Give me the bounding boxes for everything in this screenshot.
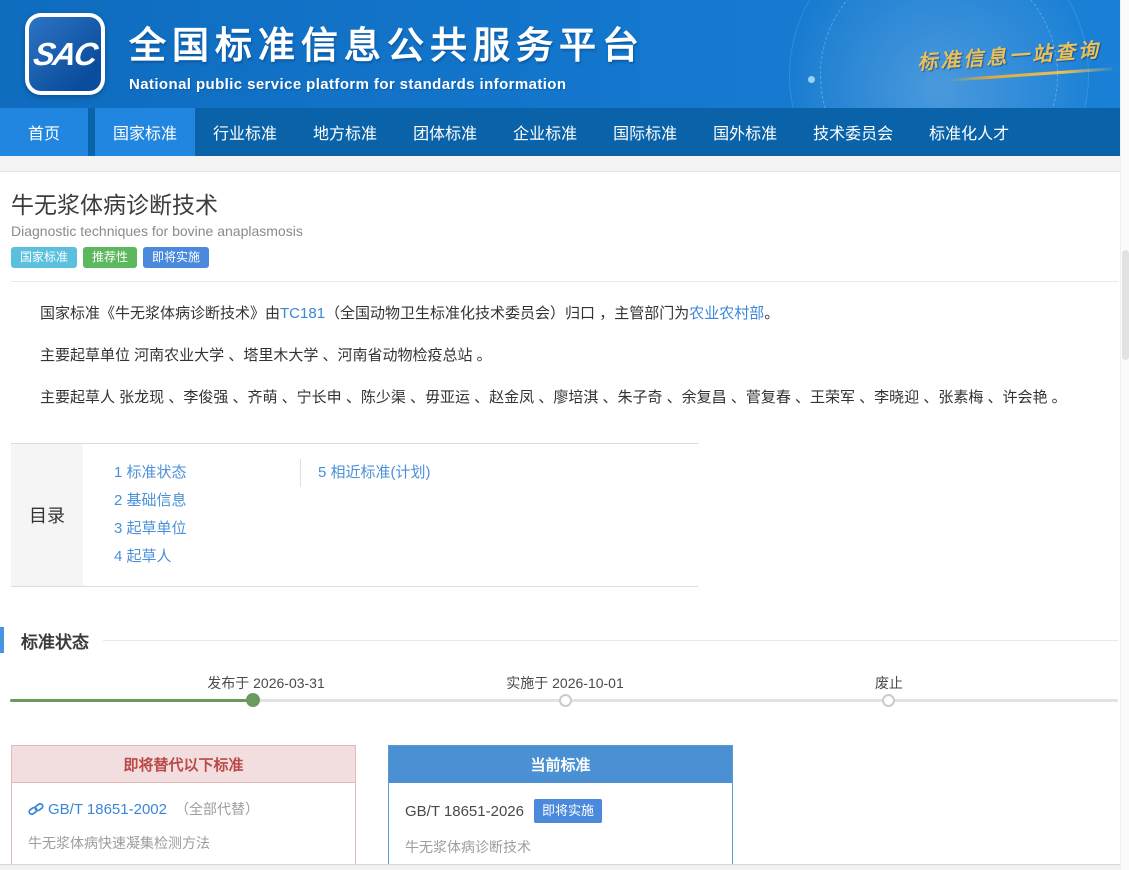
section-accent-bar bbox=[0, 627, 4, 653]
tc181-link[interactable]: TC181 bbox=[280, 305, 325, 322]
toc-item-similar-standards[interactable]: 5 相近标准(计划) bbox=[300, 459, 431, 487]
vertical-scrollbar bbox=[1120, 0, 1129, 870]
nav-item-standardization-talent[interactable]: 标准化人才 bbox=[911, 108, 1027, 156]
paragraph-drafters: 主要起草人 张龙现 、李俊强 、齐萌 、宁长申 、陈少渠 、毋亚运 、赵金凤 、… bbox=[40, 389, 1089, 408]
page-title-en: Diagnostic techniques for bovine anaplas… bbox=[11, 223, 1118, 239]
nav-item-home[interactable]: 首页 bbox=[0, 108, 88, 156]
toc-item-standard-status[interactable]: 1 标准状态 bbox=[114, 459, 300, 487]
nav-item-local-standards[interactable]: 地方标准 bbox=[295, 108, 395, 156]
status-timeline: 发布于 2026-03-31 实施于 2026-10-01 废止 bbox=[0, 667, 1129, 719]
ministry-link[interactable]: 农业农村部 bbox=[689, 305, 764, 322]
status-section-title: 标准状态 bbox=[21, 628, 89, 653]
paragraph-drafting-units: 主要起草单位 河南农业大学 、塔里木大学 、河南省动物检疫总站 。 bbox=[40, 347, 1089, 366]
sac-logo-inner: SAC bbox=[29, 17, 101, 91]
footer-strip bbox=[0, 864, 1129, 870]
timeline-label-published: 发布于 2026-03-31 bbox=[207, 673, 325, 693]
toc-column-2: 5 相近标准(计划) bbox=[300, 459, 431, 571]
upcoming-implementation-badge: 即将实施 bbox=[534, 799, 602, 823]
sac-logo-text: SAC bbox=[31, 36, 99, 73]
current-card-body: GB/T 18651-2026 即将实施 牛无浆体病诊断技术 bbox=[389, 783, 732, 870]
toc-item-basic-info[interactable]: 2 基础信息 bbox=[114, 487, 300, 515]
standard-cards: 即将替代以下标准 GB/T 18651-2002 （全部代替） 牛无浆体病快速凝… bbox=[0, 745, 1129, 870]
status-section-header: 标准状态 bbox=[0, 627, 1129, 653]
p1-text-1: 国家标准《牛无浆体病诊断技术》由 bbox=[40, 305, 280, 322]
site-title-cn: 全国标准信息公共服务平台 bbox=[129, 15, 645, 69]
site-header: SAC 全国标准信息公共服务平台 National public service… bbox=[0, 0, 1129, 108]
title-divider bbox=[11, 281, 1118, 282]
nav-item-enterprise-standards[interactable]: 企业标准 bbox=[495, 108, 595, 156]
p1-text-3: 。 bbox=[764, 305, 779, 322]
header-gray-strip bbox=[0, 156, 1129, 172]
intro-paragraphs: 国家标准《牛无浆体病诊断技术》由TC181（全国动物卫生标准化技术委员会）归口 … bbox=[11, 305, 1118, 407]
site-titles: 全国标准信息公共服务平台 National public service pla… bbox=[129, 15, 645, 93]
tag-row: 国家标准 推荐性 即将实施 bbox=[11, 247, 1118, 268]
scrollbar-thumb[interactable] bbox=[1122, 250, 1129, 360]
current-standard-card: 当前标准 GB/T 18651-2026 即将实施 牛无浆体病诊断技术 bbox=[388, 745, 733, 870]
section-rule-line bbox=[103, 640, 1118, 641]
timeline-dot-abolished bbox=[882, 694, 895, 707]
toc-columns: 1 标准状态 2 基础信息 3 起草单位 4 起草人 5 相近标准(计划) bbox=[83, 444, 431, 586]
tag-upcoming: 即将实施 bbox=[143, 247, 209, 268]
replaced-standard-card: 即将替代以下标准 GB/T 18651-2002 （全部代替） 牛无浆体病快速凝… bbox=[11, 745, 356, 870]
main-nav: 首页 国家标准 行业标准 地方标准 团体标准 企业标准 国际标准 国外标准 技术… bbox=[0, 108, 1129, 156]
nav-item-industry-standards[interactable]: 行业标准 bbox=[195, 108, 295, 156]
chain-link-icon bbox=[28, 801, 44, 817]
replaced-standard-link[interactable]: GB/T 18651-2002 bbox=[48, 801, 167, 818]
replaced-standard-name: 牛无浆体病快速凝集检测方法 bbox=[28, 833, 339, 853]
nav-item-international-standards[interactable]: 国际标准 bbox=[595, 108, 695, 156]
toc-item-drafting-units[interactable]: 3 起草单位 bbox=[114, 515, 300, 543]
timeline-label-abolished: 废止 bbox=[875, 673, 903, 693]
page-title: 牛无浆体病诊断技术 bbox=[11, 186, 1118, 220]
nav-item-national-standards[interactable]: 国家标准 bbox=[95, 108, 195, 156]
replaced-card-body: GB/T 18651-2002 （全部代替） 牛无浆体病快速凝集检测方法 bbox=[12, 783, 355, 870]
nav-item-group-standards[interactable]: 团体标准 bbox=[395, 108, 495, 156]
timeline-dot-implemented bbox=[559, 694, 572, 707]
timeline-label-implemented: 实施于 2026-10-01 bbox=[506, 673, 624, 693]
current-card-header: 当前标准 bbox=[389, 746, 732, 783]
sac-logo[interactable]: SAC bbox=[25, 13, 105, 95]
toc-item-drafters[interactable]: 4 起草人 bbox=[114, 543, 300, 571]
current-standard-code: GB/T 18651-2026 bbox=[405, 803, 524, 820]
tag-recommended: 推荐性 bbox=[83, 247, 137, 268]
tag-national-standard: 国家标准 bbox=[11, 247, 77, 268]
toc-column-1: 1 标准状态 2 基础信息 3 起草单位 4 起草人 bbox=[114, 459, 300, 571]
toc: 目录 1 标准状态 2 基础信息 3 起草单位 4 起草人 5 相近标准(计划) bbox=[11, 443, 698, 587]
paragraph-committee: 国家标准《牛无浆体病诊断技术》由TC181（全国动物卫生标准化技术委员会）归口 … bbox=[40, 305, 1089, 324]
p1-text-2: （全国动物卫生标准化技术委员会）归口 ，主管部门为 bbox=[325, 305, 689, 322]
current-standard-name: 牛无浆体病诊断技术 bbox=[405, 837, 716, 857]
replaced-note: （全部代替） bbox=[175, 799, 259, 819]
nav-item-technical-committees[interactable]: 技术委员会 bbox=[795, 108, 911, 156]
article-content: 牛无浆体病诊断技术 Diagnostic techniques for bovi… bbox=[0, 186, 1129, 587]
timeline-progress bbox=[10, 699, 252, 702]
current-code-row: GB/T 18651-2026 即将实施 bbox=[405, 799, 716, 823]
replaced-code-row: GB/T 18651-2002 （全部代替） bbox=[28, 799, 339, 819]
site-title-en: National public service platform for sta… bbox=[129, 76, 645, 93]
toc-label: 目录 bbox=[11, 444, 83, 586]
replaced-card-header: 即将替代以下标准 bbox=[12, 746, 355, 783]
nav-item-foreign-standards[interactable]: 国外标准 bbox=[695, 108, 795, 156]
timeline-dot-published bbox=[246, 693, 260, 707]
